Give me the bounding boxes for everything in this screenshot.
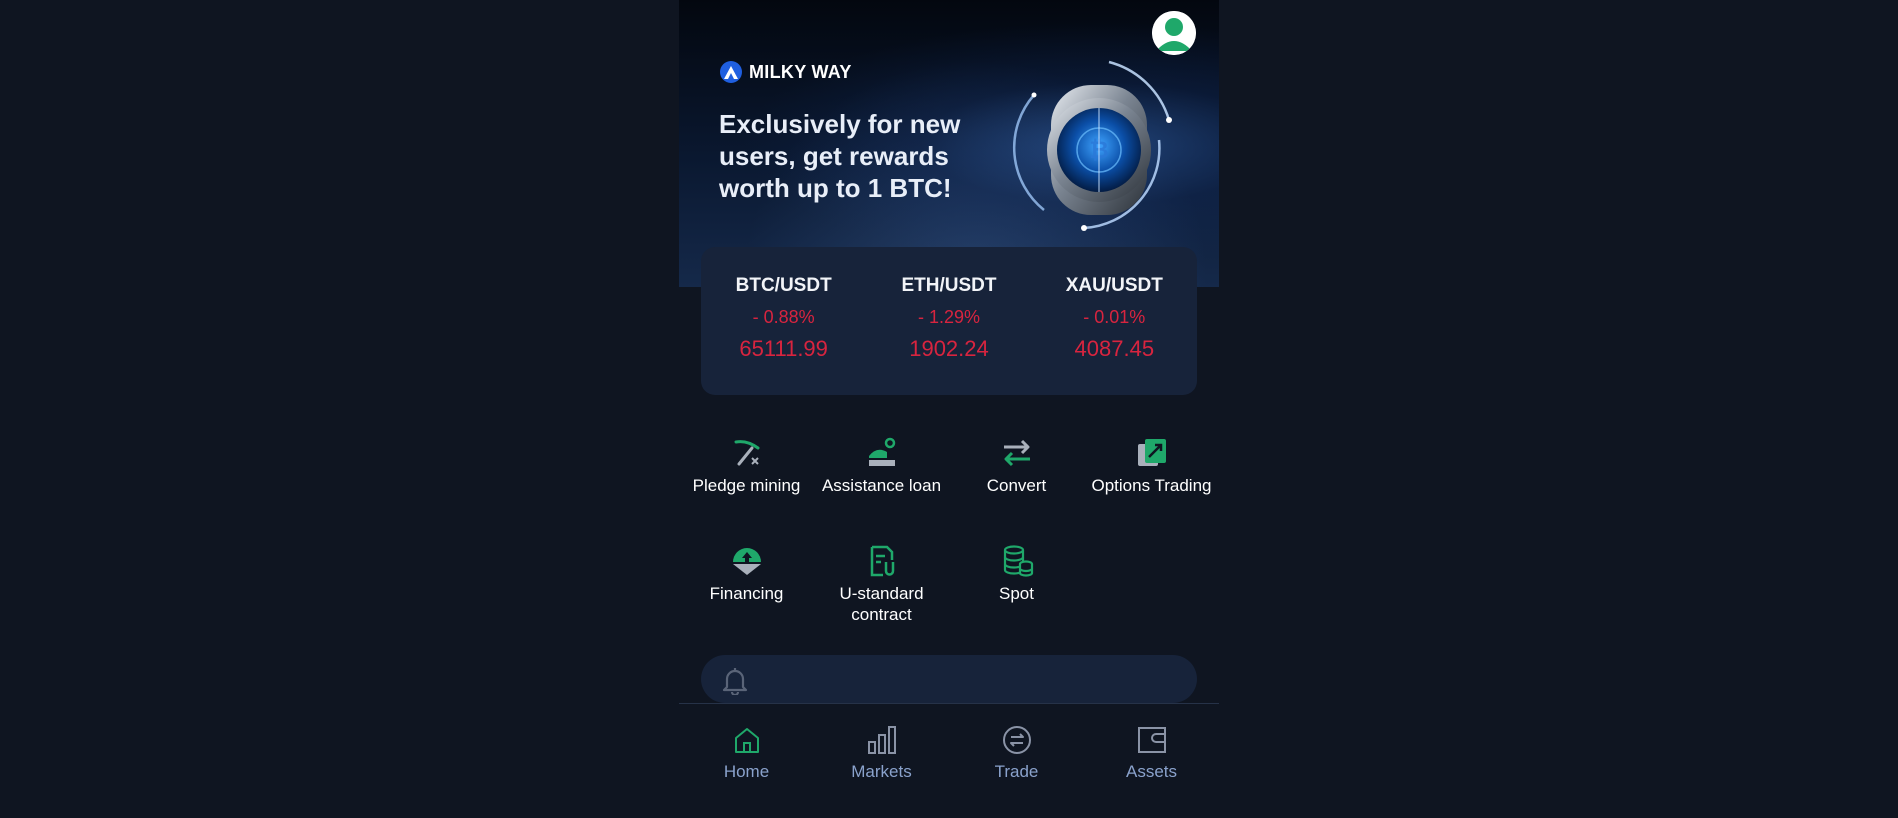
- feature-assistance-loan[interactable]: Assistance loan: [814, 436, 949, 496]
- user-avatar-icon: [1152, 11, 1196, 55]
- ticker-change: - 0.01%: [1083, 307, 1146, 327]
- wallet-icon: [1137, 727, 1166, 753]
- feature-label: Assistance loan: [821, 476, 942, 495]
- notice-bar[interactable]: [701, 655, 1197, 703]
- ticker-change: - 0.88%: [752, 307, 815, 327]
- ticker-pair: ETH/USDT: [901, 275, 997, 296]
- bell-icon: [722, 668, 748, 695]
- feature-options-trading[interactable]: Options Trading: [1084, 436, 1219, 496]
- feature-label: Spot: [999, 584, 1034, 603]
- nav-label: Trade: [994, 762, 1039, 781]
- brand-name: MILKY WAY: [749, 61, 852, 82]
- ticker-price: 4087.45: [1074, 336, 1155, 361]
- btc-watch-illustration-icon: ₿: [1012, 60, 1172, 231]
- feature-pledge-mining[interactable]: Pledge mining: [679, 436, 814, 496]
- nav-assets[interactable]: Assets: [1084, 724, 1219, 782]
- exchange-circle-icon: [1002, 726, 1031, 754]
- feature-label: Financing: [709, 584, 784, 603]
- feature-u-standard-contract[interactable]: U-standard contract: [814, 544, 949, 625]
- financing-icon: [732, 548, 761, 575]
- bar-chart-icon: [867, 726, 896, 754]
- feature-label: Options Trading: [1091, 476, 1212, 495]
- options-chart-icon: [1137, 439, 1166, 466]
- ticker-btc[interactable]: BTC/USDT - 0.88% 65111.99: [709, 275, 859, 361]
- nav-home[interactable]: Home: [679, 724, 814, 782]
- home-icon: [734, 728, 759, 753]
- ticker-price: 1902.24: [909, 336, 989, 361]
- banner-headline: Exclusively for new users, get rewards w…: [719, 109, 961, 203]
- bottom-navigation: Home Markets Trade Assets: [679, 703, 1219, 818]
- nav-label: Assets: [1125, 762, 1178, 781]
- feature-financing[interactable]: Financing: [679, 544, 814, 604]
- pickaxe-icon: [734, 440, 759, 466]
- nav-label: Markets: [851, 762, 912, 781]
- market-ticker-card: BTC/USDT - 0.88% 65111.99 ETH/USDT - 1.2…: [701, 247, 1197, 395]
- ticker-pair: BTC/USDT: [735, 275, 832, 296]
- promo-banner[interactable]: MILKY WAY Exclusively for new users, get…: [679, 0, 1219, 287]
- app-screen: MILKY WAY Exclusively for new users, get…: [679, 0, 1219, 818]
- ticker-eth[interactable]: ETH/USDT - 1.29% 1902.24: [874, 275, 1024, 361]
- ticker-change: - 1.29%: [917, 307, 980, 327]
- ticker-xau[interactable]: XAU/USDT - 0.01% 4087.45: [1039, 275, 1189, 361]
- coins-stack-icon: [1003, 545, 1033, 577]
- nav-trade[interactable]: Trade: [949, 724, 1084, 782]
- ticker-pair: XAU/USDT: [1065, 275, 1163, 296]
- feature-spot[interactable]: Spot: [949, 544, 1084, 604]
- feature-convert[interactable]: Convert: [949, 436, 1084, 496]
- convert-arrows-icon: [1003, 439, 1030, 467]
- milky-way-logo-icon: [720, 61, 742, 83]
- feature-label: U-standard contract: [839, 584, 924, 624]
- nav-label: Home: [723, 762, 770, 781]
- brand: MILKY WAY: [719, 60, 852, 84]
- contract-icon: [870, 545, 894, 577]
- ticker-price: 65111.99: [739, 336, 828, 361]
- feature-label: Convert: [986, 476, 1047, 495]
- nav-markets[interactable]: Markets: [814, 724, 949, 782]
- feature-label: Pledge mining: [692, 476, 801, 495]
- loan-icon: [868, 437, 895, 466]
- user-avatar[interactable]: [1152, 11, 1196, 55]
